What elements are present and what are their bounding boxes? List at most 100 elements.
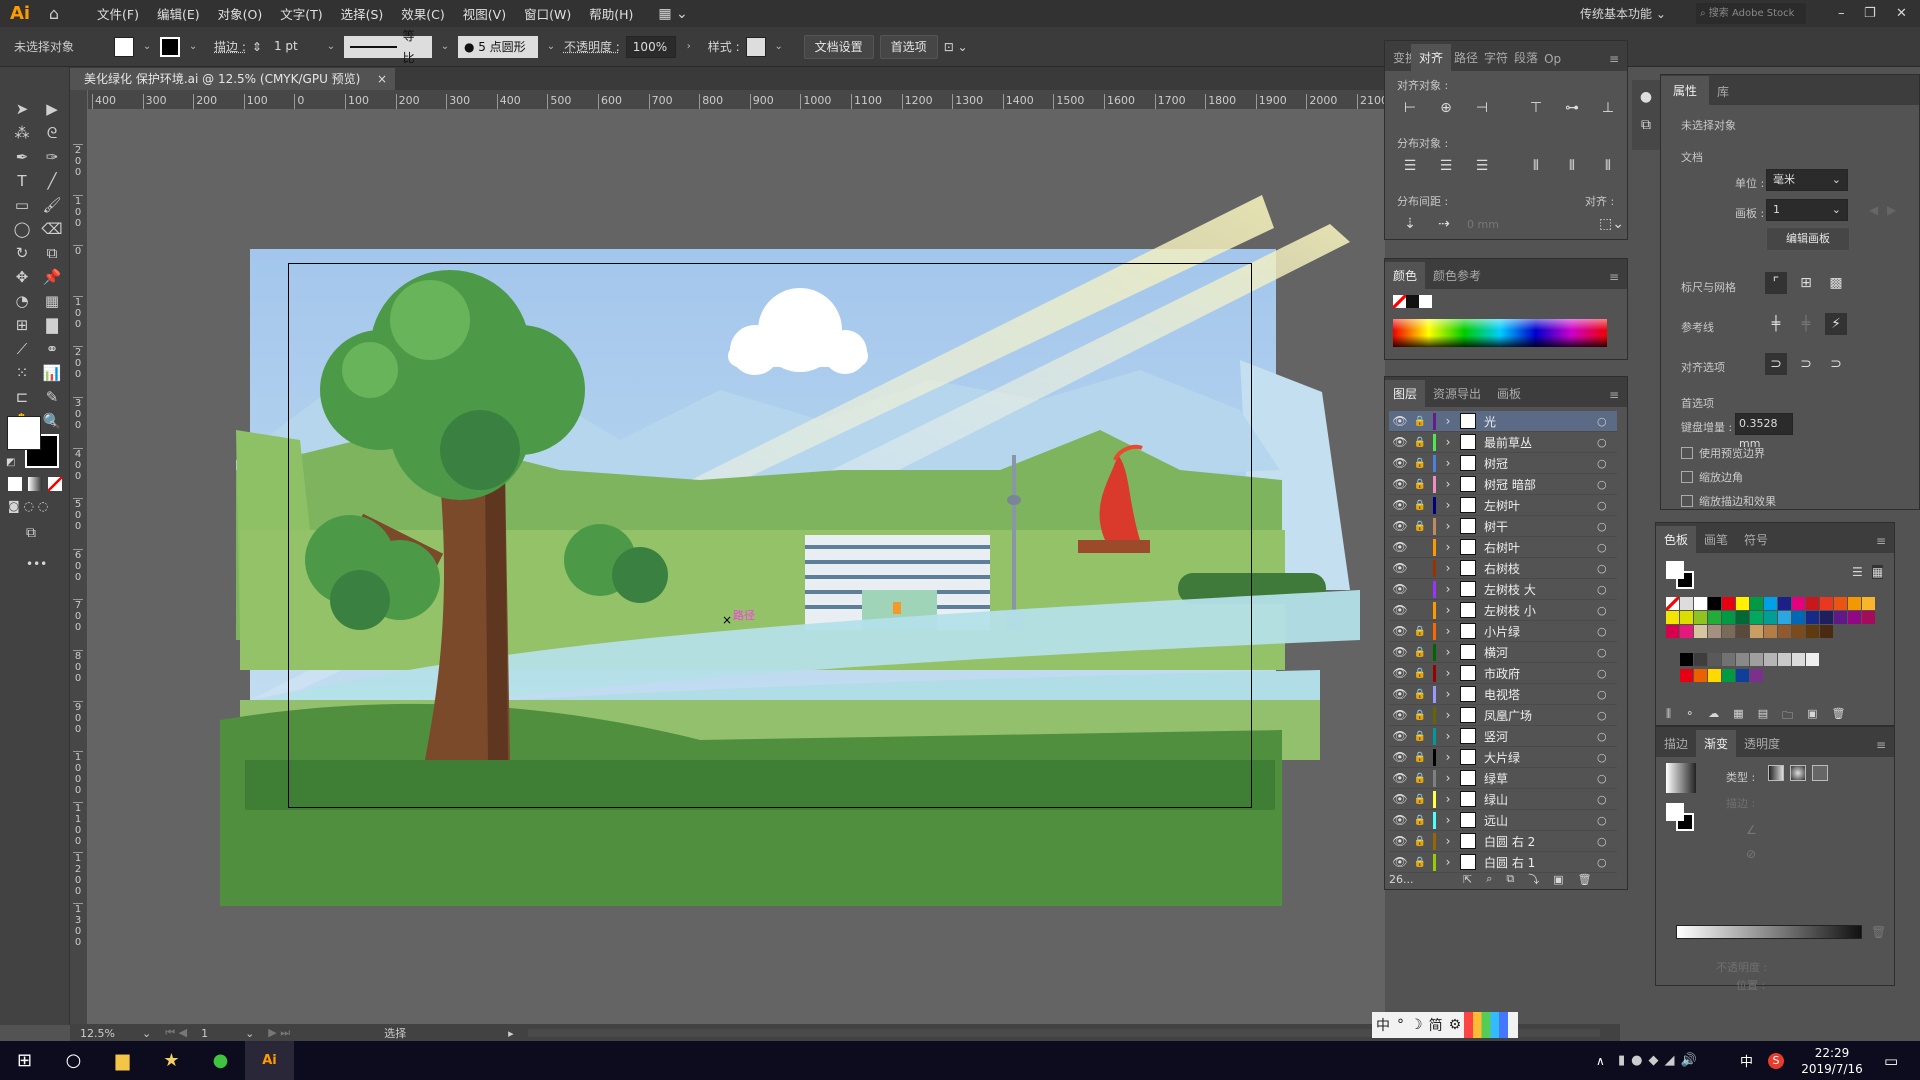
curvature-tool-icon[interactable]: ✑ — [37, 145, 67, 169]
swatch[interactable] — [1834, 597, 1847, 610]
shape-builder-tool-icon[interactable]: ◔ — [7, 289, 37, 313]
selection-tool-icon[interactable]: ➤ — [7, 97, 37, 121]
swatch[interactable] — [1792, 653, 1805, 666]
canvas-area[interactable]: × 路径 — [88, 110, 1385, 1024]
expand-chevron-icon[interactable]: › — [1440, 708, 1456, 722]
new-layer-icon[interactable]: ▣ — [1553, 873, 1563, 886]
list-view-icon[interactable]: ☰ — [1852, 565, 1863, 579]
artboard-tool-icon[interactable]: ⊏ — [7, 385, 37, 409]
layer-row[interactable]: 👁 🔒 › 绿草 ○ — [1389, 768, 1617, 789]
swatch[interactable] — [1764, 625, 1777, 638]
expand-chevron-icon[interactable]: › — [1440, 603, 1456, 617]
visibility-eye-icon[interactable]: 👁 — [1389, 498, 1411, 512]
graphic-style-swatch[interactable] — [745, 36, 766, 57]
target-circle-icon[interactable]: ○ — [1597, 604, 1617, 617]
layer-row[interactable]: 👁 › 右树叶 ○ — [1389, 537, 1617, 558]
layer-row[interactable]: 👁 🔒 › 电视塔 ○ — [1389, 684, 1617, 705]
snap-to-grid-icon[interactable]: ⊃ — [1795, 353, 1817, 375]
visibility-eye-icon[interactable]: 👁 — [1389, 834, 1411, 848]
swatch[interactable] — [1680, 611, 1693, 624]
fill-stroke-indicator[interactable] — [1666, 561, 1696, 591]
gradient-fill-stroke[interactable] — [1666, 803, 1696, 833]
tab-stroke[interactable]: 描边 — [1656, 730, 1696, 757]
target-circle-icon[interactable]: ○ — [1597, 751, 1617, 764]
swatch[interactable] — [1764, 597, 1777, 610]
lock-icon[interactable]: 🔒 — [1411, 458, 1429, 469]
expand-chevron-icon[interactable]: › — [1440, 582, 1456, 596]
clipping-mask-icon[interactable]: ⧉ — [1506, 872, 1514, 886]
expand-chevron-icon[interactable]: › — [1440, 519, 1456, 533]
visibility-eye-icon[interactable]: 👁 — [1389, 792, 1411, 806]
layer-row[interactable]: 👁 › 左树枝 大 ○ — [1389, 579, 1617, 600]
ime-punctuation[interactable]: ° — [1394, 1017, 1407, 1033]
swatch[interactable] — [1666, 611, 1679, 624]
expand-chevron-icon[interactable]: › — [1440, 813, 1456, 827]
expand-chevron-icon[interactable]: › — [1440, 435, 1456, 449]
opacity-input[interactable]: 100% — [625, 35, 676, 58]
workspace-switcher[interactable]: 传统基本功能 ⌄ — [1580, 5, 1666, 22]
ime-simplified[interactable]: 简 — [1426, 1015, 1446, 1035]
align-left-icon[interactable]: ⊢ — [1399, 97, 1421, 119]
swatch[interactable] — [1806, 625, 1819, 638]
home-icon[interactable]: ⌂ — [38, 4, 70, 23]
distribute-bottom-icon[interactable]: ☰ — [1471, 155, 1493, 177]
edit-artboards-button[interactable]: 编辑画板 — [1766, 227, 1850, 251]
distribute-top-icon[interactable]: ☰ — [1399, 155, 1421, 177]
lock-icon[interactable]: 🔒 — [1411, 437, 1429, 448]
gradient-mode-icon[interactable] — [28, 477, 42, 491]
expand-chevron-icon[interactable]: › — [1440, 645, 1456, 659]
layer-row[interactable]: 👁 🔒 › 树冠 ○ — [1389, 453, 1617, 474]
layer-row[interactable]: 👁 › 左树枝 小 ○ — [1389, 600, 1617, 621]
swatch[interactable] — [1736, 597, 1749, 610]
lock-icon[interactable]: 🔒 — [1411, 668, 1429, 679]
draw-mode-icon[interactable]: ◙ ◌ ◌ — [8, 499, 48, 513]
lock-icon[interactable]: 🔒 — [1411, 689, 1429, 700]
stroke-weight-dropdown[interactable]: ⌄ — [324, 41, 338, 52]
swatch[interactable] — [1708, 653, 1721, 666]
align-right-icon[interactable]: ⊣ — [1471, 97, 1493, 119]
target-circle-icon[interactable]: ○ — [1597, 436, 1617, 449]
distribute-left-icon[interactable]: ⫴ — [1525, 155, 1547, 177]
align-hcenter-icon[interactable]: ⊕ — [1435, 97, 1457, 119]
expand-chevron-icon[interactable]: › — [1440, 855, 1456, 869]
swatch[interactable] — [1764, 653, 1777, 666]
show-swatch-kinds-icon[interactable]: ▦ — [1733, 707, 1743, 726]
preferences-button[interactable]: 首选项 — [879, 34, 938, 59]
swatch[interactable] — [1708, 625, 1721, 638]
slice-tool-icon[interactable]: ✎ — [37, 385, 67, 409]
swatch[interactable] — [1778, 625, 1791, 638]
stroke-weight-input[interactable]: 1 pt — [267, 35, 318, 58]
layer-row[interactable]: 👁 🔒 › 市政府 ○ — [1389, 663, 1617, 684]
swatch-libraries-icon[interactable]: ⫼ — [1666, 707, 1671, 726]
minimize-button[interactable]: – — [1838, 6, 1845, 21]
expand-chevron-icon[interactable]: › — [1440, 792, 1456, 806]
swatch[interactable] — [1722, 597, 1735, 610]
distribute-vcenter-icon[interactable]: ☰ — [1435, 155, 1457, 177]
lock-icon[interactable]: 🔒 — [1411, 815, 1429, 826]
lock-icon[interactable]: 🔒 — [1411, 794, 1429, 805]
menu-view[interactable]: 视图(V) — [454, 4, 515, 23]
illustrator-taskbar-icon[interactable]: Ai — [245, 1041, 294, 1080]
align-top-icon[interactable]: ⊤ — [1525, 97, 1547, 119]
swatch[interactable] — [1806, 597, 1819, 610]
lock-guides-icon[interactable]: ╪ — [1795, 313, 1817, 335]
graph-tool-icon[interactable]: 📊 — [37, 361, 67, 385]
type-tool-icon[interactable]: T — [7, 169, 37, 193]
visibility-eye-icon[interactable]: 👁 — [1389, 771, 1411, 785]
ime-mode[interactable]: 中 — [1372, 1015, 1394, 1035]
swatch[interactable] — [1736, 611, 1749, 624]
notifications-icon[interactable]: ▭ — [1884, 1052, 1898, 1070]
expand-chevron-icon[interactable]: › — [1440, 750, 1456, 764]
sogou-icon[interactable]: S — [1768, 1052, 1784, 1069]
layer-row[interactable]: 👁 🔒 › 绿山 ○ — [1389, 789, 1617, 810]
locate-object-icon[interactable]: ⌕ — [1486, 872, 1492, 886]
tab-color-guide[interactable]: 颜色参考 — [1425, 262, 1489, 289]
grid-icon[interactable]: ⊞ — [1795, 272, 1817, 294]
none-swatch[interactable] — [1393, 295, 1406, 308]
keyboard-increment-input[interactable]: 0.3528 mm — [1735, 413, 1793, 450]
fill-swatch[interactable] — [114, 36, 135, 57]
rotate-tool-icon[interactable]: ↻ — [7, 241, 37, 265]
swatch[interactable] — [1694, 625, 1707, 638]
swatch[interactable] — [1834, 611, 1847, 624]
visibility-eye-icon[interactable]: 👁 — [1389, 582, 1411, 596]
